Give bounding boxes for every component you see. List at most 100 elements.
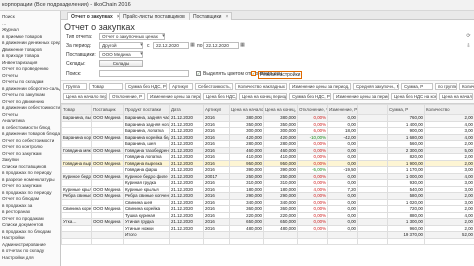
tab-suppliers[interactable]: Поставщики × [189, 12, 233, 20]
nav-item[interactable]: Отчет по контролю [2, 144, 43, 149]
nav-item[interactable]: Отчет по проведению [2, 66, 48, 71]
title-bar: корпорации (Все подразделения) - iikoCha… [0, 0, 474, 11]
table-cell: Говядина вырезка… [61, 159, 92, 167]
nav-item[interactable]: Отчеты по складам [2, 79, 43, 84]
column-chip[interactable]: Сумма, Р [401, 83, 433, 90]
table-row[interactable] [61, 237, 474, 245]
refresh-icon[interactable]: ⟳ [466, 34, 471, 39]
column-header[interactable]: Количество [424, 104, 474, 115]
nav-item[interactable]: Настройки [2, 235, 25, 240]
calendar-icon[interactable]: ▦ [190, 43, 195, 48]
nav-item[interactable]: Поиск [2, 14, 15, 19]
nav-item[interactable]: в продажах по периоду [2, 190, 52, 195]
window-title: корпорации (Все подразделения) - iikoCha… [2, 2, 131, 8]
column-chip[interactable]: Цена на начало периода, Р [63, 93, 107, 100]
nav-item[interactable]: Инвентаризация [2, 60, 37, 65]
column-chip[interactable]: Отклонение, Р [109, 93, 145, 100]
table-cell: ООО Медина [91, 133, 124, 141]
nav-item[interactable]: в приходе товара [2, 53, 39, 58]
column-header[interactable]: Дата [169, 104, 204, 115]
column-chip[interactable]: Себестоимость, Р [195, 83, 233, 90]
purchase-report-table[interactable]: Товар Поставщик Продукт поставки Дата Артику… [61, 104, 474, 266]
supplier-select[interactable]: ООО Медина [99, 51, 143, 58]
report-type-select[interactable]: Отчет о закупочных ценах [99, 33, 165, 40]
nav-item[interactable]: в ресторанах [2, 209, 30, 214]
nav-item[interactable]: Отчет по закупкам [2, 183, 42, 188]
warehouses-button[interactable]: Склады [99, 60, 143, 67]
table-cell: Баранина, вырезка… [61, 114, 92, 122]
column-chip[interactable]: по группе [435, 83, 457, 90]
chevron-down-icon[interactable]: ▾ [139, 52, 144, 57]
nav-item[interactable]: в движении оборотно-сальдовая [2, 86, 60, 91]
calendar-icon[interactable]: ▦ [240, 43, 245, 48]
nav-item[interactable]: Отчет по закупкам [2, 151, 42, 156]
highlight-deviations-checkbox[interactable]: ✓ [196, 71, 201, 76]
warehouses-label: Склады: [66, 61, 86, 67]
tab-supplier-price-lists[interactable]: Прайс-листы поставщиков× [119, 12, 196, 20]
column-header[interactable]: Цена на конец, Р [263, 104, 298, 115]
column-chip[interactable]: Изменение цены за период, Р [333, 93, 389, 100]
column-header[interactable]: Товар [61, 104, 92, 115]
nav-item[interactable]: Настройки для [2, 255, 34, 260]
nav-item[interactable]: Движение товаров [2, 47, 42, 52]
left-navigation-panel[interactable]: Поиск… Журнал в приемке товаров в движении … [0, 11, 61, 266]
nav-item[interactable]: Отчет по движению [2, 99, 44, 104]
column-header[interactable]: Сумма, Р [387, 104, 425, 115]
nav-item[interactable]: Отчеты [2, 73, 18, 78]
column-chip[interactable]: Артикул [169, 83, 193, 90]
nav-item[interactable]: Отчет по продажам [2, 216, 44, 221]
column-chip[interactable]: Сумма без НДС, Р [125, 83, 167, 90]
search-input[interactable] [99, 70, 189, 77]
column-chip[interactable]: Средняя закупочн., Р [353, 83, 399, 90]
nav-item[interactable]: Списки документов [2, 222, 43, 227]
nav-item[interactable]: в движении товаров блюда [2, 131, 60, 136]
chevron-down-icon[interactable]: ▾ [139, 43, 144, 48]
column-chip[interactable]: Цена без НДС, Р [203, 93, 237, 100]
nav-item[interactable]: в продажах за [2, 203, 32, 208]
nav-item[interactable]: Аналитика [2, 118, 25, 123]
date-from-field[interactable]: 22.12.2020 [153, 42, 189, 49]
column-header[interactable]: Изменение, Р [327, 104, 358, 115]
nav-item[interactable]: в продажах по блюдам [2, 229, 51, 234]
column-chip[interactable]: Сумма без НДС, Р [289, 93, 331, 100]
table-cell: Куриные крылья… [61, 185, 92, 193]
nav-item[interactable]: Отчет по себестоимости [2, 138, 54, 143]
column-chip[interactable]: Цена на конец периода, Р [239, 93, 287, 100]
column-chip[interactable]: Товар [89, 83, 123, 90]
column-chip[interactable]: Цена на начало, Р [439, 93, 473, 100]
tab-purchase-report[interactable]: Отчет о закупках× [67, 12, 124, 20]
chevron-down-icon[interactable]: ▾ [161, 34, 166, 39]
nav-item[interactable]: Журнал [2, 27, 19, 32]
column-chip[interactable]: Изменение цены за период, % [289, 83, 351, 90]
export-icon[interactable]: ⇩ [466, 44, 471, 49]
nav-item[interactable]: в движении себестоимости [2, 105, 60, 110]
nav-item[interactable]: в разрезе номенклатуры [2, 177, 55, 182]
nav-item[interactable]: Администрирование [2, 242, 46, 247]
column-chip[interactable]: Количество [459, 83, 474, 90]
column-header[interactable]: Продукт поставки [123, 104, 170, 115]
nav-item[interactable]: … [2, 21, 7, 26]
nav-item[interactable]: Закупки [2, 157, 19, 162]
column-header[interactable]: Цена на начало, Р [229, 104, 264, 115]
nav-item[interactable]: Отчет по блюдам [2, 196, 39, 201]
column-header[interactable] [357, 104, 388, 115]
column-header[interactable]: Поставщик [91, 104, 124, 115]
nav-item[interactable]: в продажах по периоду [2, 170, 52, 175]
column-chip[interactable]: Цена без НДС на конец, Р [391, 93, 437, 100]
period-select[interactable]: Другой [99, 42, 143, 49]
nav-item[interactable]: в движении денежных средств [2, 40, 60, 45]
column-header[interactable]: Артикул [203, 104, 230, 115]
nav-item[interactable]: в приемке товаров [2, 34, 42, 39]
column-header[interactable]: Отклонение, % [297, 104, 328, 115]
column-chip[interactable]: Изменение цены за период, Р [147, 93, 201, 100]
nav-item[interactable]: Отчеты [2, 112, 18, 117]
nav-item[interactable]: Отчеты по закупкам [2, 92, 45, 97]
nav-item[interactable]: в себестоимости блюд [2, 125, 50, 130]
settings-mode-checkbox[interactable]: ✓ [251, 71, 256, 76]
column-chip[interactable]: Группа [63, 83, 87, 90]
table-cell: Куриное бедро филе [123, 172, 170, 180]
nav-item[interactable]: в отчетах по складу [2, 248, 44, 253]
date-to-field[interactable]: 22.12.2020 [203, 42, 239, 49]
nav-item[interactable]: Списки поставщиков [2, 164, 46, 169]
column-chip[interactable]: Количество накладных [235, 83, 287, 90]
